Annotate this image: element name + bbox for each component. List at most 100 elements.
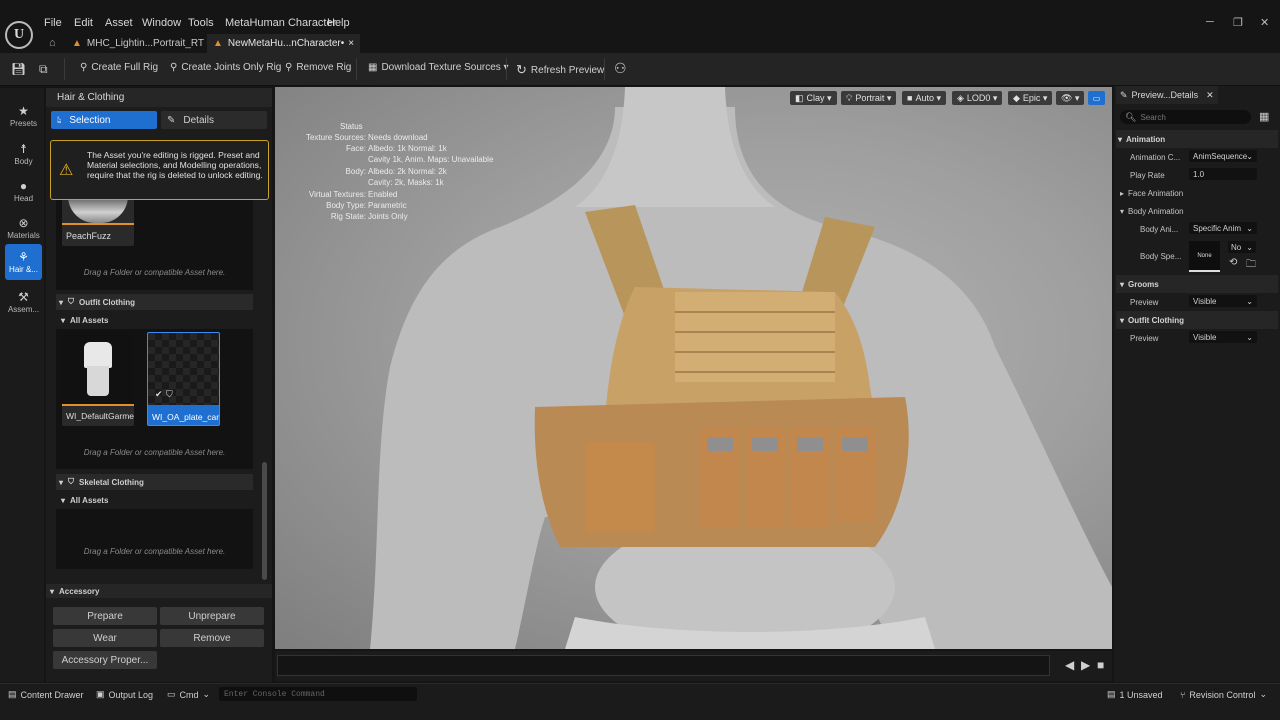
status-title: Status [340, 122, 363, 131]
content-drawer-button[interactable]: ▤ Content Drawer [8, 689, 84, 700]
menu-file[interactable]: File [44, 17, 62, 29]
body-anim-mode-dropdown[interactable]: Specific Anim ⌄ [1189, 222, 1257, 234]
view-mode-clay-dropdown[interactable]: ◧ Clay ▾ [790, 91, 837, 105]
details-tab[interactable]: ✎ Details [161, 111, 267, 129]
unreal-logo[interactable]: U [5, 21, 33, 49]
lighting-portrait-dropdown[interactable]: 💡︎ Portrait ▾ [841, 91, 897, 105]
selection-tab[interactable]: 👆︎ Selection [51, 111, 157, 129]
details-tab-label: Details [183, 114, 214, 126]
browse-icon[interactable]: ⧉ [39, 62, 48, 77]
close-tab-icon[interactable]: × [348, 38, 354, 49]
close-window-button[interactable]: ✕ [1260, 16, 1269, 29]
status-value: Enabled [368, 190, 398, 199]
menu-asset[interactable]: Asset [105, 17, 133, 29]
animation-class-dropdown[interactable]: AnimSequence ⌄ [1189, 150, 1257, 162]
console-command-input[interactable]: Enter Console Command [219, 687, 417, 701]
outfit-clothing-header[interactable]: ▾ ⛉ Outfit Clothing [56, 294, 253, 310]
nav-materials[interactable]: ⊗ Materials [5, 210, 42, 246]
output-log-button[interactable]: ▣ Output Log [96, 689, 153, 700]
timeline-track[interactable] [277, 655, 1050, 676]
download-texture-label: Download Texture Sources ▾ [381, 62, 509, 73]
table-view-icon[interactable]: ▦ [1259, 110, 1269, 123]
body-anim-value: Specific Anim [1193, 223, 1242, 233]
quality-dropdown[interactable]: ◆ Epic ▾ [1008, 91, 1053, 105]
tab-metahuman-character[interactable]: ▲ NewMetaHu...nCharacter• × [207, 34, 361, 53]
tab-lighting-portrait[interactable]: ▲ MHC_Lightin...Portrait_RT [66, 34, 210, 53]
menu-metahuman-character[interactable]: MetaHuman Character [225, 17, 336, 29]
asset-tile-default-garment[interactable]: WI_DefaultGarment [62, 332, 134, 426]
wear-button[interactable]: Wear [53, 629, 157, 647]
chevron-down-icon: ⌄ [1246, 296, 1253, 306]
nav-assembly[interactable]: ⚒ Assem... [5, 284, 42, 320]
body-animation-row[interactable]: ▾ Body Animation [1116, 202, 1278, 220]
nav-hair-clothing[interactable]: ⚘ Hair &... [5, 244, 42, 280]
clothing-icon: ⛉ [68, 477, 75, 486]
reset-icon[interactable]: ⟲ [1229, 257, 1237, 268]
menu-tools[interactable]: Tools [188, 17, 214, 29]
body-animation-label: Body Animation [1128, 206, 1184, 216]
peachfuzz-label: PeachFuzz [66, 231, 112, 241]
play-reverse-icon[interactable]: ◀ [1065, 658, 1074, 672]
create-joints-only-rig-button[interactable]: ⚲ Create Joints Only Rig [170, 62, 281, 73]
browse-asset-icon[interactable]: 🗀 [1246, 257, 1256, 274]
nav-presets[interactable]: ★ Presets [5, 98, 42, 134]
face-animation-row[interactable]: ▸ Face Animation [1116, 184, 1278, 202]
refresh-preview-button[interactable]: ↻ Refresh Preview [516, 62, 604, 78]
peachfuzz-thumbnail[interactable]: PeachFuzz [62, 196, 134, 246]
all-assets-label: All Assets [70, 496, 109, 505]
revision-control-button[interactable]: ⑂ Revision Control ⌄ [1180, 689, 1267, 700]
camera-auto-dropdown[interactable]: ■ Auto ▾ [902, 91, 946, 105]
joints-icon: ⚲ [170, 62, 178, 73]
all-assets-header[interactable]: ▾ All Assets [56, 313, 253, 328]
unsaved-indicator[interactable]: ▤ 1 Unsaved [1107, 689, 1163, 700]
remove-rig-button[interactable]: ⚲ Remove Rig [285, 62, 351, 73]
body-spec-asset-dropdown[interactable]: No ⌄ [1228, 241, 1256, 253]
home-icon[interactable]: ⌂ [49, 37, 56, 49]
nav-head[interactable]: ● Head [5, 173, 42, 209]
details-search-field[interactable]: 🔍︎ Search [1120, 110, 1251, 124]
panel-scrollbar[interactable] [262, 462, 267, 580]
remove-button[interactable]: Remove [160, 629, 264, 647]
status-value: Parametric [368, 201, 407, 210]
close-tab-icon[interactable]: ✕ [1206, 90, 1214, 101]
outfit-clothing-section-header[interactable]: ▾ Outfit Clothing [1116, 311, 1278, 329]
user-icon[interactable]: ⚇ [614, 60, 627, 77]
body-spec-thumbnail[interactable]: None [1189, 241, 1220, 272]
collapse-icon: ▾ [1120, 206, 1125, 216]
maximize-button[interactable]: ❐ [1233, 16, 1243, 29]
camera-settings-icon[interactable]: ▭ [1088, 91, 1105, 105]
collapse-icon: ▾ [50, 586, 55, 596]
menu-window[interactable]: Window [142, 17, 181, 29]
grooms-preview-dropdown[interactable]: Visible ⌄ [1189, 295, 1257, 307]
selection-tab-label: Selection [69, 114, 111, 126]
asset-tile-plate-carrier[interactable]: ✔︎ ⛉ WI_OA_plate_carr... [147, 332, 220, 426]
save-icon[interactable]: 💾︎ [11, 62, 26, 76]
cmd-dropdown[interactable]: ▭ Cmd ⌄ [167, 689, 210, 700]
create-full-rig-button[interactable]: ⚲ Create Full Rig [80, 62, 158, 73]
outfit-preview-dropdown[interactable]: Visible ⌄ [1189, 331, 1257, 343]
menu-help[interactable]: Help [327, 17, 350, 29]
skeletal-clothing-header[interactable]: ▾ ⛉ Skeletal Clothing [56, 474, 253, 490]
minimize-button[interactable]: ─ [1206, 16, 1214, 28]
grooms-section-header[interactable]: ▾ Grooms [1116, 275, 1278, 293]
play-rate-input[interactable]: 1.0 [1189, 168, 1257, 180]
pencil-icon: ✎ [167, 114, 176, 126]
play-icon[interactable]: ▶ [1081, 658, 1090, 672]
nav-body[interactable]: ☨ Body [5, 136, 42, 172]
menu-edit[interactable]: Edit [74, 17, 93, 29]
prepare-button[interactable]: Prepare [53, 607, 157, 625]
accessory-properties-button[interactable]: Accessory Proper... [53, 651, 157, 669]
drop-hint: Drag a Folder or compatible Asset here. [83, 547, 226, 556]
preview-details-tab[interactable]: ✎ Preview...Details ✕ [1116, 86, 1218, 104]
lightbulb-icon: 💡︎ [846, 92, 853, 103]
animation-section-header[interactable]: ▾ Animation [1116, 130, 1278, 148]
unprepare-button[interactable]: Unprepare [160, 607, 264, 625]
all-assets-header[interactable]: ▾ All Assets [56, 493, 253, 508]
visibility-dropdown[interactable]: 👁 ▾ [1056, 91, 1085, 105]
download-texture-sources-button[interactable]: ▦ Download Texture Sources ▾ [368, 62, 509, 73]
metahuman-icon: ▲ [213, 38, 223, 49]
content-drawer-label: Content Drawer [20, 689, 84, 700]
stop-icon[interactable]: ■ [1097, 658, 1104, 672]
lod-dropdown[interactable]: ◈ LOD0 ▾ [952, 91, 1003, 105]
accessory-header[interactable]: ▾ Accessory [46, 584, 272, 598]
